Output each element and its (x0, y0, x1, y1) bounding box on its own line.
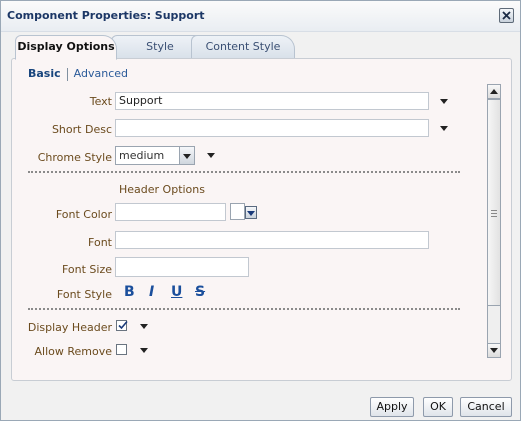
scroll-thumb[interactable] (488, 99, 500, 306)
scroll-grip (491, 216, 497, 217)
allow-remove-dropdown-arrow-icon[interactable] (140, 348, 148, 353)
chrome-style-dropdown-arrow-icon[interactable] (207, 153, 215, 158)
dialog-titlebar: Component Properties: Support (1, 1, 520, 32)
display-options-panel: Basic Advanced Text Support Short Desc Ch… (11, 58, 512, 381)
chrome-style-label: Chrome Style (37, 151, 112, 164)
scroll-up-icon[interactable] (488, 85, 500, 99)
chrome-style-select[interactable]: medium (115, 146, 195, 165)
scroll-down-icon[interactable] (488, 343, 500, 357)
font-label: Font (88, 236, 112, 249)
apply-button[interactable]: Apply (370, 397, 414, 417)
allow-remove-label: Allow Remove (34, 345, 113, 358)
bold-button[interactable]: B (124, 284, 135, 300)
font-input[interactable] (115, 231, 429, 249)
color-picker-dropdown-icon[interactable] (245, 206, 257, 219)
font-color-input[interactable] (115, 203, 226, 221)
tab-content-style[interactable]: Content Style (191, 35, 295, 58)
short-desc-input[interactable] (115, 119, 429, 137)
checkmark-icon (118, 320, 128, 330)
strikethrough-button[interactable]: S (195, 284, 205, 300)
properties-dialog: Component Properties: Support Display Op… (0, 0, 521, 421)
text-label: Text (89, 95, 112, 108)
subnav: Basic Advanced (28, 67, 128, 81)
font-size-input[interactable] (115, 257, 249, 277)
section-divider (28, 171, 460, 173)
font-style-label: Font Style (56, 288, 112, 301)
text-dropdown-arrow-icon[interactable] (440, 99, 448, 104)
cancel-button[interactable]: Cancel (460, 397, 512, 417)
display-header-label: Display Header (27, 321, 112, 334)
short-desc-dropdown-arrow-icon[interactable] (440, 126, 448, 131)
text-input[interactable]: Support (115, 92, 429, 110)
subnav-advanced-link[interactable]: Advanced (74, 67, 128, 80)
font-color-label: Font Color (55, 208, 112, 221)
close-icon[interactable] (499, 8, 514, 23)
tab-display-options[interactable]: Display Options (15, 35, 117, 60)
italic-button[interactable]: I (149, 284, 154, 300)
subnav-divider (66, 67, 68, 81)
font-size-label: Font Size (61, 263, 112, 276)
tab-bar: Display Options Style Content Style (15, 35, 315, 60)
chevron-down-icon[interactable] (179, 147, 194, 164)
dialog-title: Component Properties: Support (7, 9, 205, 22)
display-header-checkbox[interactable] (116, 320, 128, 331)
ok-button[interactable]: OK (423, 397, 453, 417)
panel-scrollbar[interactable] (487, 84, 501, 358)
underline-button[interactable]: U (171, 284, 182, 300)
scroll-grip (491, 213, 497, 214)
short-desc-label: Short Desc (51, 123, 112, 136)
color-swatch[interactable] (230, 203, 245, 220)
scroll-grip (491, 210, 497, 211)
allow-remove-checkbox[interactable] (116, 344, 127, 355)
section-divider-2 (28, 308, 460, 310)
header-options-heading: Header Options (119, 183, 205, 196)
subnav-basic-link[interactable]: Basic (28, 67, 61, 80)
chrome-style-value: medium (119, 149, 165, 162)
display-header-dropdown-arrow-icon[interactable] (140, 324, 148, 329)
